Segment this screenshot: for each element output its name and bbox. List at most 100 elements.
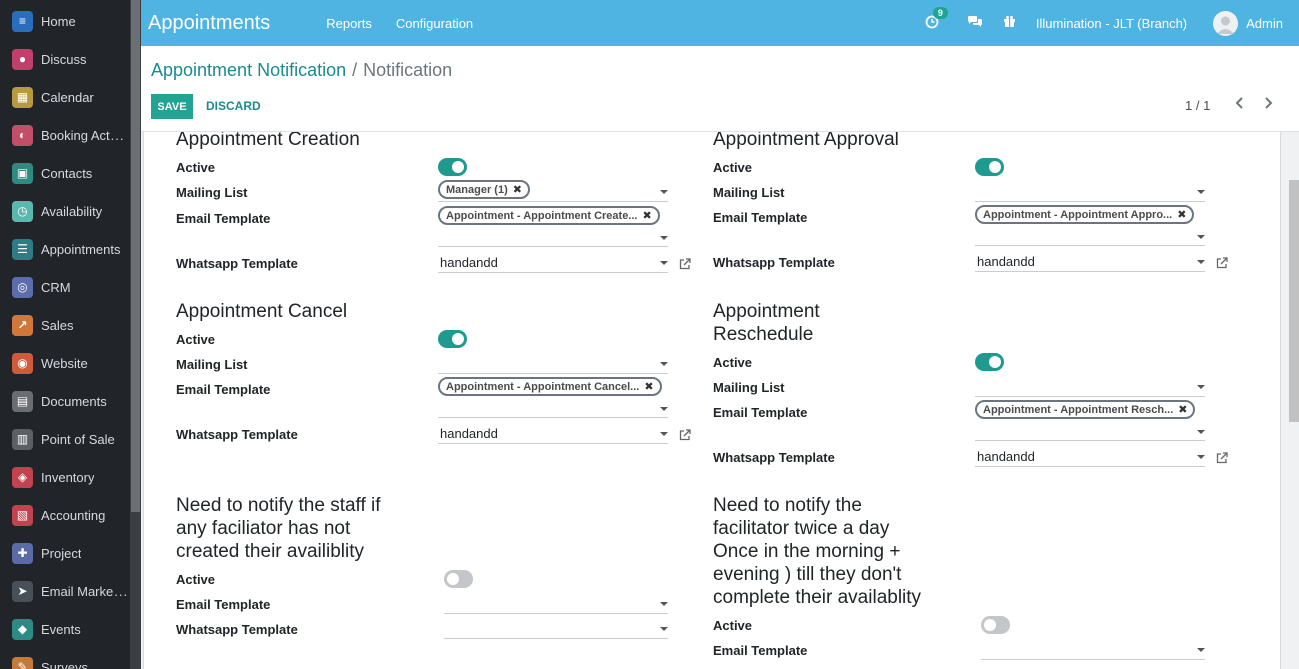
dropdown-caret-icon[interactable] <box>1197 260 1205 264</box>
sidebar-item[interactable]: ◎ CRM <box>0 268 130 306</box>
sidebar-item[interactable]: ✎ Surveys <box>0 648 130 669</box>
cancel-mailing-field[interactable] <box>438 354 668 374</box>
approval-email-field[interactable]: Appointment - Appointment Appro... ✖ <box>975 205 1205 246</box>
creation-active-toggle[interactable] <box>438 158 467 176</box>
dropdown-caret-icon[interactable] <box>1197 190 1205 194</box>
sidebar-item-label: Point of Sale <box>41 431 115 447</box>
reschedule-active-toggle[interactable] <box>975 353 1004 371</box>
sidebar-item[interactable]: ◈ Inventory <box>0 458 130 496</box>
reschedule-title-line: Reschedule <box>713 324 814 345</box>
documents-icon: ▤ <box>12 390 33 412</box>
cancel-email-field[interactable]: Appointment - Appointment Cancel... ✖ <box>438 377 668 418</box>
breadcrumb-separator: / <box>352 60 358 80</box>
dropdown-caret-icon[interactable] <box>660 432 668 436</box>
sidebar-item[interactable]: ▥ Point of Sale <box>0 420 130 458</box>
sidebar-item[interactable]: ☰ Appointments <box>0 230 130 268</box>
app-title[interactable]: Appointments <box>148 12 270 35</box>
dropdown-caret-icon[interactable] <box>1197 235 1205 239</box>
sidebar-item-label: Documents <box>41 393 107 409</box>
reschedule-whatsapp-field[interactable]: handandd <box>975 447 1205 467</box>
tag-remove-icon[interactable]: ✖ <box>513 183 522 196</box>
sidebar-item-label: Availability <box>41 203 103 219</box>
tag-remove-icon[interactable]: ✖ <box>642 209 651 222</box>
user-menu[interactable]: Admin <box>1246 16 1283 31</box>
facilitator-notify-email-field[interactable] <box>981 640 1205 660</box>
main-scrollbar[interactable] <box>1289 180 1299 422</box>
sidebar-item[interactable]: ▦ Calendar <box>0 78 130 116</box>
cancel-whatsapp-field[interactable]: handandd <box>438 424 668 444</box>
facilitator-notify-email-label: Email Template <box>713 643 808 658</box>
sidebar-item[interactable]: ◷ Availability <box>0 192 130 230</box>
approval-mailing-field[interactable] <box>975 182 1205 202</box>
dropdown-caret-icon[interactable] <box>1197 648 1205 652</box>
staff-notify-whatsapp-field[interactable] <box>444 619 668 639</box>
creation-email-label: Email Template <box>176 211 271 226</box>
external-link-icon[interactable] <box>1216 256 1228 269</box>
sidebar-item[interactable]: ◐ Booking Act... <box>0 116 130 154</box>
user-avatar[interactable] <box>1213 10 1239 36</box>
discard-button[interactable]: DISCARD <box>206 99 261 113</box>
facilitator-notify-title-line: Need to notify the <box>713 495 862 516</box>
staff-notify-title-line: Need to notify the staff if <box>176 495 381 516</box>
dropdown-caret-icon[interactable] <box>660 407 668 411</box>
creation-whatsapp-field[interactable]: handandd <box>438 253 668 273</box>
facilitator-notify-active-toggle[interactable] <box>981 616 1010 634</box>
dropdown-caret-icon[interactable] <box>1197 385 1205 389</box>
menu-reports[interactable]: Reports <box>326 16 372 31</box>
sidebar-item[interactable]: ➤ Email Marke... <box>0 572 130 610</box>
sidebar-scrollbar-thumb[interactable] <box>131 0 140 512</box>
dropdown-caret-icon[interactable] <box>1197 430 1205 434</box>
pager-previous-icon[interactable] <box>1235 96 1245 115</box>
cancel-whatsapp-label: Whatsapp Template <box>176 427 298 442</box>
sidebar-item[interactable]: ● Discuss <box>0 40 130 78</box>
gift-icon[interactable] <box>1003 15 1016 31</box>
reschedule-email-field[interactable]: Appointment - Appointment Resch... ✖ <box>975 400 1205 441</box>
dropdown-caret-icon[interactable] <box>660 362 668 366</box>
cancel-whatsapp-value: handandd <box>440 426 498 441</box>
cancel-email-tag: Appointment - Appointment Cancel... ✖ <box>438 377 662 396</box>
company-switcher[interactable]: Illumination - JLT (Branch) <box>1036 16 1187 31</box>
pager-value[interactable]: 1 / 1 <box>1185 98 1210 113</box>
pager-next-icon[interactable] <box>1263 96 1273 115</box>
approval-active-toggle[interactable] <box>975 158 1004 176</box>
tag-remove-icon[interactable]: ✖ <box>1178 403 1187 416</box>
reschedule-mailing-field[interactable] <box>975 377 1205 397</box>
cancel-active-toggle[interactable] <box>438 330 467 348</box>
sidebar-item[interactable]: ▤ Documents <box>0 382 130 420</box>
activity-badge: 9 <box>932 6 948 19</box>
activity-clock-icon[interactable]: 9 <box>925 6 948 32</box>
creation-mailing-label: Mailing List <box>176 185 248 200</box>
tag-remove-icon[interactable]: ✖ <box>1177 208 1186 221</box>
dropdown-caret-icon[interactable] <box>660 261 668 265</box>
creation-email-field[interactable]: Appointment - Appointment Create... ✖ <box>438 206 668 247</box>
approval-mailing-label: Mailing List <box>713 185 785 200</box>
dropdown-caret-icon[interactable] <box>660 602 668 606</box>
staff-notify-email-field[interactable] <box>444 594 668 614</box>
sidebar-item[interactable]: ◉ Website <box>0 344 130 382</box>
dropdown-caret-icon[interactable] <box>660 190 668 194</box>
external-link-icon[interactable] <box>679 257 691 270</box>
breadcrumb-parent-link[interactable]: Appointment Notification <box>151 60 346 80</box>
save-button[interactable]: SAVE <box>151 94 193 119</box>
sidebar-item[interactable]: ▧ Accounting <box>0 496 130 534</box>
sidebar-item[interactable]: ◆ Events <box>0 610 130 648</box>
tag-remove-icon[interactable]: ✖ <box>644 380 653 393</box>
chat-icon[interactable] <box>967 15 983 32</box>
external-link-icon[interactable] <box>1216 451 1228 464</box>
reschedule-active-label: Active <box>713 355 753 370</box>
sidebar-item[interactable]: ↗ Sales <box>0 306 130 344</box>
creation-email-tag-text: Appointment - Appointment Create... <box>446 209 638 222</box>
external-link-icon[interactable] <box>679 428 691 441</box>
facilitator-notify-active-label: Active <box>713 618 753 633</box>
dropdown-caret-icon[interactable] <box>660 236 668 240</box>
menu-configuration[interactable]: Configuration <box>396 16 473 31</box>
approval-whatsapp-field[interactable]: handandd <box>975 252 1205 272</box>
dropdown-caret-icon[interactable] <box>1197 455 1205 459</box>
staff-notify-active-toggle[interactable] <box>444 570 473 588</box>
sidebar-item[interactable]: ≡ Home <box>0 2 130 40</box>
dropdown-caret-icon[interactable] <box>660 627 668 631</box>
creation-whatsapp-value: handandd <box>440 255 498 270</box>
sidebar-item[interactable]: ✚ Project <box>0 534 130 572</box>
sidebar-item[interactable]: ▣ Contacts <box>0 154 130 192</box>
creation-mailing-field[interactable]: Manager (1) ✖ <box>438 180 668 202</box>
